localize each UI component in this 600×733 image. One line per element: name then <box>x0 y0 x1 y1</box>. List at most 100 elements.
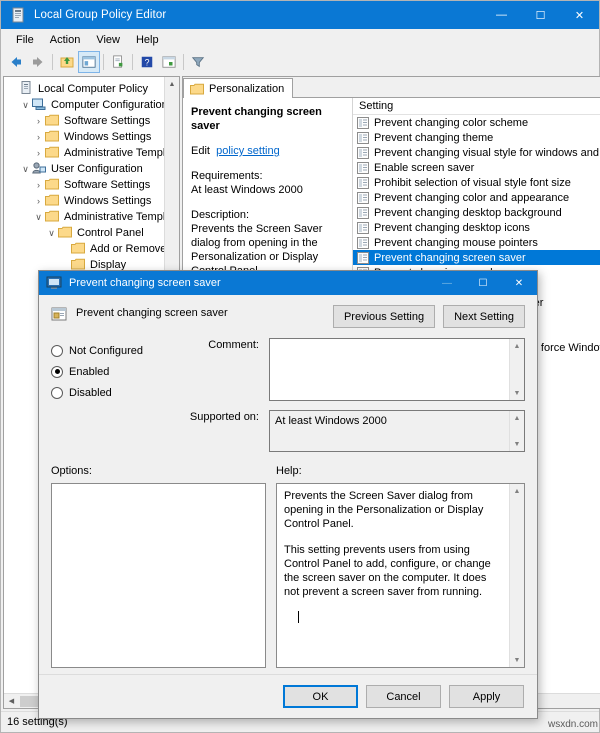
dialog-body: Prevent changing screen saver Previous S… <box>39 295 537 718</box>
menu-file[interactable]: File <box>8 32 42 48</box>
setting-row[interactable]: Enable screen saver <box>353 160 600 175</box>
policy-setting-icon <box>357 176 369 189</box>
policy-setting-icon <box>357 116 369 129</box>
up-one-level-button[interactable] <box>56 51 78 73</box>
dialog-close-button[interactable]: ✕ <box>501 271 537 295</box>
expand-chevron-icon[interactable]: › <box>32 196 45 206</box>
setting-row-label: Prevent changing theme <box>374 131 494 144</box>
forward-button[interactable] <box>27 51 49 73</box>
radio-not-configured[interactable]: Not Configured <box>51 340 163 361</box>
tree-item-user-configuration[interactable]: ∨ User Configuration <box>4 161 179 177</box>
setting-row-label: Prevent changing color and appearance <box>374 191 570 204</box>
setting-row[interactable]: Prevent changing color scheme <box>353 115 600 130</box>
settings-column-header[interactable]: Setting <box>353 98 600 115</box>
edit-policy-row: Edit policy setting <box>191 144 344 158</box>
tree-item-computer-configuration[interactable]: ∨ Computer Configuration <box>4 97 179 113</box>
radio-disabled-indicator[interactable] <box>51 386 63 399</box>
tree-item-local-computer-policy[interactable]: Local Computer Policy <box>4 81 179 97</box>
supported-on-scrollbar[interactable]: ▲ ▼ <box>509 411 524 451</box>
radio-not-configured-indicator[interactable] <box>51 344 63 357</box>
tree-item-label: Control Panel <box>77 227 144 239</box>
collapse-chevron-icon[interactable]: ∨ <box>19 100 32 111</box>
expand-chevron-icon[interactable]: › <box>32 148 45 158</box>
radio-not-configured-label: Not Configured <box>69 344 143 357</box>
collapse-chevron-icon[interactable]: ∨ <box>19 164 32 175</box>
setting-row[interactable]: Prevent changing screen saver <box>353 250 600 265</box>
tree-item-windows-settings[interactable]: › Windows Settings <box>4 129 179 145</box>
previous-setting-button[interactable]: Previous Setting <box>332 305 436 328</box>
policy-setting-icon <box>357 131 369 144</box>
tree-item-control-panel[interactable]: ∨ Control Panel <box>4 225 179 241</box>
maximize-button[interactable]: ☐ <box>521 1 560 29</box>
comment-field[interactable]: ▲ ▼ <box>269 338 525 401</box>
properties-button[interactable] <box>158 51 180 73</box>
radio-enabled[interactable]: Enabled <box>51 361 163 382</box>
show-hide-console-tree-button[interactable] <box>78 51 100 73</box>
filter-button[interactable] <box>187 51 209 73</box>
folder-icon <box>45 194 61 209</box>
tree-item-add-or-remove-pr[interactable]: Add or Remove Pr <box>4 241 179 257</box>
menu-view[interactable]: View <box>88 32 128 48</box>
policy-setting-link[interactable]: policy setting <box>216 145 280 157</box>
dialog-maximize-button[interactable]: ☐ <box>465 271 501 295</box>
tree-item-software-settings[interactable]: › Software Settings <box>4 113 179 129</box>
help-scrollbar[interactable]: ▲ ▼ <box>509 484 524 667</box>
expand-chevron-icon[interactable]: › <box>32 116 45 126</box>
cancel-button[interactable]: Cancel <box>366 685 441 708</box>
ok-button[interactable]: OK <box>283 685 358 708</box>
folder-icon <box>190 83 204 95</box>
expand-chevron-icon[interactable]: › <box>32 132 45 142</box>
text-caret <box>298 611 299 623</box>
setting-row[interactable]: Prevent changing desktop background <box>353 205 600 220</box>
toolbar-separator <box>132 54 133 70</box>
comment-scroll-down-arrow[interactable]: ▼ <box>510 386 524 400</box>
comment-scrollbar[interactable]: ▲ ▼ <box>509 339 524 400</box>
tree-item-administrative-templates[interactable]: ∨ Administrative Templates <box>4 209 179 225</box>
radio-enabled-indicator[interactable] <box>51 365 63 378</box>
tree-scroll-left-arrow[interactable]: ◀ <box>4 697 19 705</box>
next-setting-button[interactable]: Next Setting <box>443 305 525 328</box>
tree-item-label: Windows Settings <box>64 195 152 207</box>
radio-disabled[interactable]: Disabled <box>51 382 163 403</box>
setting-row-label: Prohibit selection of visual style font … <box>374 176 571 189</box>
comment-value[interactable] <box>270 339 509 400</box>
menu-action[interactable]: Action <box>42 32 89 48</box>
tree-item-windows-settings[interactable]: › Windows Settings <box>4 193 179 209</box>
help-scroll-down-arrow[interactable]: ▼ <box>510 653 524 667</box>
supported-scroll-up-arrow[interactable]: ▲ <box>510 411 524 425</box>
setting-row[interactable]: Prevent changing mouse pointers <box>353 235 600 250</box>
supported-scroll-down-arrow[interactable]: ▼ <box>510 437 524 451</box>
edit-label: Edit <box>191 145 210 157</box>
export-list-button[interactable] <box>107 51 129 73</box>
dialog-titlebar: Prevent changing screen saver — ☐ ✕ <box>39 271 537 295</box>
user-icon <box>32 161 48 177</box>
collapse-chevron-icon[interactable]: ∨ <box>32 212 45 223</box>
setting-row[interactable]: Prevent changing desktop icons <box>353 220 600 235</box>
help-scroll-up-arrow[interactable]: ▲ <box>510 484 524 498</box>
help-content: Prevents the Screen Saver dialog from op… <box>277 484 509 667</box>
setting-row[interactable]: Prevent changing theme <box>353 130 600 145</box>
folder-icon <box>71 242 87 257</box>
setting-row[interactable]: Prevent changing color and appearance <box>353 190 600 205</box>
setting-row[interactable]: Prohibit selection of visual style font … <box>353 175 600 190</box>
minimize-button[interactable]: — <box>482 1 521 29</box>
tree-item-software-settings[interactable]: › Software Settings <box>4 177 179 193</box>
menu-help[interactable]: Help <box>128 32 167 48</box>
tree-scroll-up-arrow[interactable]: ▲ <box>165 77 179 92</box>
back-button[interactable] <box>5 51 27 73</box>
help-button[interactable]: ? <box>136 51 158 73</box>
collapse-chevron-icon[interactable]: ∨ <box>45 228 58 239</box>
apply-button[interactable]: Apply <box>449 685 524 708</box>
close-button[interactable]: ✕ <box>560 1 599 29</box>
tree-item-administrative-templates[interactable]: › Administrative Templates <box>4 145 179 161</box>
expand-chevron-icon[interactable]: › <box>32 180 45 190</box>
options-label: Options: <box>51 465 92 477</box>
comment-scroll-up-arrow[interactable]: ▲ <box>510 339 524 353</box>
tab-personalization[interactable]: Personalization <box>183 78 294 98</box>
dialog-minimize-button[interactable]: — <box>429 271 465 295</box>
options-panel[interactable] <box>51 483 266 668</box>
tree-item-label: Windows Settings <box>64 131 152 143</box>
toolbar-separator <box>183 54 184 70</box>
help-panel[interactable]: Prevents the Screen Saver dialog from op… <box>276 483 525 668</box>
setting-row[interactable]: Prevent changing visual style for window… <box>353 145 600 160</box>
